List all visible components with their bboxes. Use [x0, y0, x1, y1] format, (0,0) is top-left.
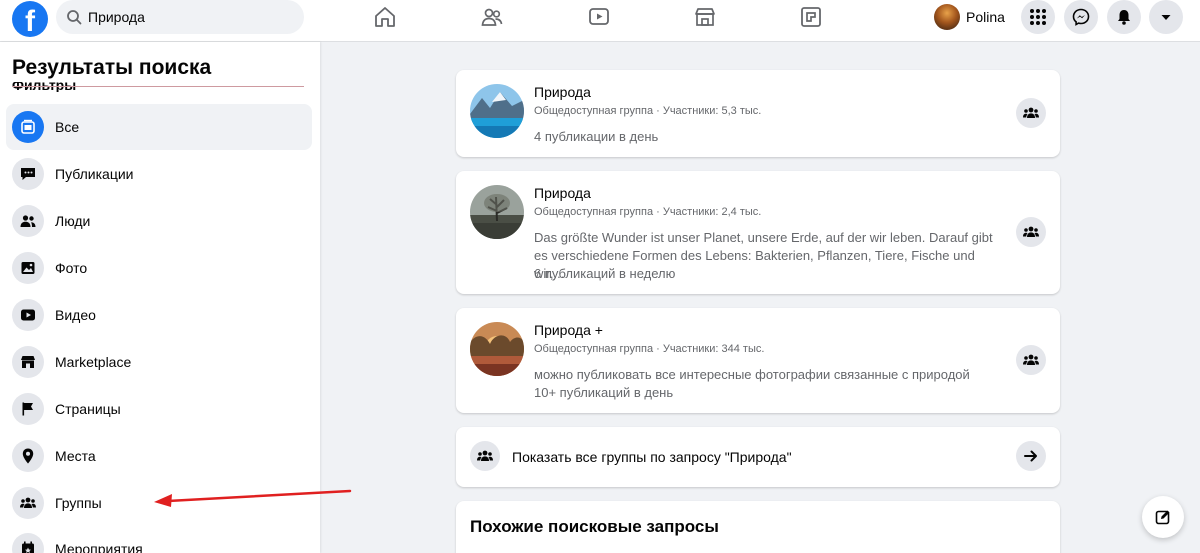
group-avatar[interactable] — [470, 185, 524, 239]
group-name[interactable]: Природа — [534, 185, 591, 201]
facebook-logo[interactable]: f — [12, 1, 48, 37]
account-menu-button[interactable] — [1149, 0, 1183, 34]
show-all-label: Показать все группы по запросу "Природа" — [512, 449, 792, 465]
sidebar-item-label: Marketplace — [55, 354, 132, 370]
home-icon[interactable] — [372, 4, 398, 30]
group-meta: Общедоступная группа · Участники: 344 ты… — [534, 343, 765, 355]
filters-label: Фильтры — [12, 82, 77, 92]
watch-icon[interactable] — [586, 4, 612, 30]
chevron-down-icon — [1161, 15, 1171, 20]
search-box[interactable] — [56, 0, 304, 34]
marketplace-nav-icon[interactable] — [692, 4, 718, 30]
avatar — [934, 4, 960, 30]
show-all-groups-button[interactable]: Показать все группы по запросу "Природа" — [456, 427, 1060, 487]
sidebar-item-all[interactable]: Все — [6, 104, 312, 150]
people-icon — [12, 205, 44, 237]
all-results-icon — [12, 111, 44, 143]
group-avatar[interactable] — [470, 322, 524, 376]
sidebar-item-label: Группы — [55, 495, 102, 511]
arrow-right-icon[interactable] — [1016, 441, 1046, 471]
search-input[interactable] — [88, 9, 288, 25]
sidebar-item-label: Мероприятия — [55, 541, 143, 553]
marketplace-icon — [12, 346, 44, 378]
group-activity: 6 публикаций в неделю — [534, 266, 676, 281]
sidebar-item-people[interactable]: Люди — [6, 198, 312, 244]
sidebar-item-places[interactable]: Места — [6, 433, 312, 479]
join-group-button[interactable] — [1016, 217, 1046, 247]
group-result-card[interactable]: Природа Общедоступная группа · Участники… — [456, 70, 1060, 157]
group-name[interactable]: Природа — [534, 84, 591, 100]
annotation-arrow — [154, 489, 352, 507]
group-avatar[interactable] — [470, 84, 524, 138]
calendar-icon — [12, 533, 44, 553]
join-group-button[interactable] — [1016, 345, 1046, 375]
notifications-button[interactable] — [1107, 0, 1141, 34]
profile-button[interactable]: Polina — [930, 3, 1013, 31]
group-meta: Общедоступная группа · Участники: 2,4 ты… — [534, 206, 762, 218]
group-description: можно публиковать все интересные фотогра… — [534, 367, 970, 382]
new-message-button[interactable] — [1142, 496, 1184, 538]
bell-icon — [1118, 10, 1130, 25]
search-icon — [67, 10, 82, 25]
sidebar-item-marketplace[interactable]: Marketplace — [6, 339, 312, 385]
messenger-icon — [1072, 8, 1090, 26]
facebook-logo-letter: f — [25, 5, 35, 37]
profile-name: Polina — [966, 9, 1005, 25]
groups-icon — [12, 487, 44, 519]
sidebar-item-label: Видео — [55, 307, 96, 323]
sidebar-item-pages[interactable]: Страницы — [6, 386, 312, 432]
compose-icon — [1155, 510, 1170, 525]
join-group-button[interactable] — [1016, 98, 1046, 128]
search-filters-sidebar: Фильтры Результаты поиска Все Публикации… — [0, 42, 320, 553]
top-bar: f Polina — [0, 0, 1200, 42]
group-result-card[interactable]: Природа + Общедоступная группа · Участни… — [456, 308, 1060, 413]
video-icon — [12, 299, 44, 331]
sidebar-item-label: Страницы — [55, 401, 121, 417]
location-pin-icon — [12, 440, 44, 472]
sidebar-item-posts[interactable]: Публикации — [6, 151, 312, 197]
group-meta: Общедоступная группа · Участники: 5,3 ты… — [534, 105, 762, 117]
page-title: Результаты поиска — [12, 56, 212, 79]
menu-grid-button[interactable] — [1021, 0, 1055, 34]
group-activity: 4 публикации в день — [534, 129, 659, 144]
sidebar-item-events[interactable]: Мероприятия — [6, 526, 312, 553]
photo-icon — [12, 252, 44, 284]
sidebar-item-label: Публикации — [55, 166, 134, 182]
group-result-card[interactable]: Природа Общедоступная группа · Участники… — [456, 171, 1060, 294]
sidebar-item-label: Места — [55, 448, 96, 464]
groups-icon — [470, 441, 500, 471]
join-group-icon — [1023, 226, 1039, 237]
flag-icon — [12, 393, 44, 425]
posts-icon — [12, 158, 44, 190]
related-searches-title: Похожие поисковые запросы — [470, 517, 719, 536]
sidebar-item-photos[interactable]: Фото — [6, 245, 312, 291]
group-name[interactable]: Природа + — [534, 322, 603, 338]
sidebar-item-videos[interactable]: Видео — [6, 292, 312, 338]
sidebar-item-label: Люди — [55, 213, 91, 229]
group-activity: 10+ публикаций в день — [534, 385, 674, 400]
grid-menu-icon — [1030, 9, 1046, 25]
related-searches-card: Похожие поисковые запросы — [456, 501, 1060, 553]
messenger-button[interactable] — [1064, 0, 1098, 34]
sidebar-item-label: Все — [55, 119, 80, 135]
join-group-icon — [1023, 107, 1039, 118]
join-group-icon — [1023, 354, 1039, 365]
title-divider — [12, 86, 304, 87]
sidebar-item-label: Фото — [55, 260, 88, 276]
gaming-icon[interactable] — [798, 4, 824, 30]
friends-icon[interactable] — [479, 4, 505, 30]
